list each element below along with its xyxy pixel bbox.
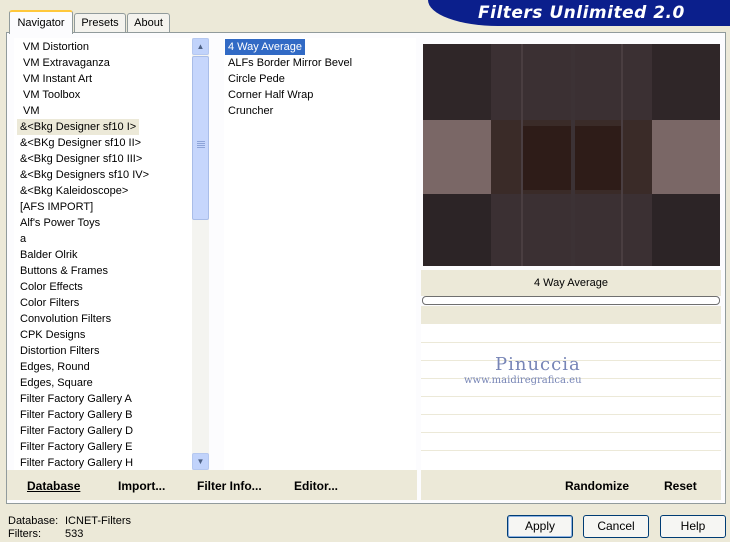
randomize-label: Randomize	[565, 479, 630, 493]
filter-info-label: Filter Info...	[197, 479, 262, 493]
scroll-down-button[interactable]: ▼	[192, 453, 209, 470]
scroll-up-button[interactable]: ▲	[192, 38, 209, 55]
tab-label: Presets	[81, 17, 119, 29]
category-item[interactable]: VM Extravaganza	[20, 55, 113, 71]
params-header	[421, 306, 721, 326]
grip-line	[197, 141, 205, 142]
category-item[interactable]: &<BKg Designer sf10 II>	[17, 135, 144, 151]
category-item[interactable]: Edges, Round	[17, 359, 93, 375]
preview-image	[423, 44, 720, 266]
database-info-value: ICNET-Filters	[65, 515, 131, 527]
category-item[interactable]: Filter Factory Gallery A	[17, 391, 135, 407]
tab-presets[interactable]: Presets	[74, 13, 126, 32]
filter-item[interactable]: Cruncher	[225, 103, 276, 119]
category-item[interactable]: Buttons & Frames	[17, 263, 111, 279]
category-item[interactable]: Filter Factory Gallery B	[17, 407, 135, 423]
apply-button[interactable]: Apply	[507, 515, 573, 538]
help-label: Help	[680, 519, 706, 533]
param-row	[421, 414, 721, 415]
preview-filter-name: 4 Way Average	[534, 277, 608, 289]
category-item[interactable]: &<Bkg Designer sf10 I>	[17, 119, 140, 135]
category-item[interactable]: Distortion Filters	[17, 343, 102, 359]
category-item[interactable]: Balder Olrik	[17, 247, 80, 263]
param-row	[421, 450, 721, 451]
watermark-url: www.maidiregrafica.eu	[464, 375, 582, 386]
database-button[interactable]: Database	[27, 479, 80, 493]
category-item[interactable]: &<Bkg Kaleidoscope>	[17, 183, 131, 199]
progress-bar	[422, 296, 720, 305]
tab-label: About	[134, 17, 163, 29]
filters-info-value: 533	[65, 528, 84, 540]
editor-button[interactable]: Editor...	[294, 479, 338, 493]
apply-label: Apply	[524, 519, 556, 533]
category-item[interactable]: &<Bkg Designers sf10 IV>	[17, 167, 152, 183]
filter-item[interactable]: Circle Pede	[225, 71, 288, 87]
category-list[interactable]: VM Distortion VM Extravaganza VM Instant A…	[14, 38, 192, 470]
watermark-name: Pinuccia	[495, 354, 581, 375]
database-label: Database	[27, 479, 81, 493]
category-item[interactable]: VM Distortion	[20, 39, 92, 55]
category-item[interactable]: Color Filters	[17, 295, 82, 311]
database-info-label: Database:	[8, 515, 59, 527]
help-button[interactable]: Help	[660, 515, 726, 538]
filter-item[interactable]: ALFs Border Mirror Bevel	[225, 55, 355, 71]
category-item[interactable]: VM Instant Art	[20, 71, 95, 87]
grip-line	[197, 145, 205, 146]
category-item[interactable]: [AFS IMPORT]	[17, 199, 96, 215]
import-label: Import...	[118, 479, 166, 493]
category-item[interactable]: Color Effects	[17, 279, 86, 295]
category-item[interactable]: VM	[20, 103, 43, 119]
category-item[interactable]: Filter Factory Gallery D	[17, 423, 136, 439]
param-row	[421, 432, 721, 433]
filter-preview	[423, 44, 720, 266]
cancel-label: Cancel	[597, 519, 635, 533]
filter-item[interactable]: 4 Way Average	[225, 39, 305, 55]
category-item[interactable]: VM Toolbox	[20, 87, 83, 103]
filter-parameters	[421, 324, 721, 470]
category-item[interactable]: Filter Factory Gallery E	[17, 439, 135, 455]
category-item[interactable]: Edges, Square	[17, 375, 96, 391]
category-scrollbar[interactable]: ▲ ▼	[192, 38, 209, 470]
filters-info-label: Filters:	[8, 528, 41, 540]
filter-info-button[interactable]: Filter Info...	[197, 479, 262, 493]
category-item[interactable]: Alf's Power Toys	[17, 215, 103, 231]
tab-label: Navigator	[17, 17, 65, 29]
filter-item[interactable]: Corner Half Wrap	[225, 87, 316, 103]
tab-about[interactable]: About	[127, 13, 170, 32]
param-row	[421, 342, 721, 343]
editor-label: Editor...	[294, 479, 339, 493]
grip-line	[197, 143, 205, 144]
filter-list[interactable]: 4 Way Average ALFs Border Mirror Bevel Cir…	[224, 38, 416, 470]
category-item[interactable]: Convolution Filters	[17, 311, 114, 327]
category-item[interactable]: CPK Designs	[17, 327, 88, 343]
category-item[interactable]: a	[17, 231, 29, 247]
import-button[interactable]: Import...	[118, 479, 165, 493]
category-item[interactable]: &<Bkg Designer sf10 III>	[17, 151, 145, 167]
tab-navigator[interactable]: Navigator	[9, 10, 73, 34]
chevron-down-icon: ▼	[196, 457, 205, 466]
reset-label: Reset	[664, 479, 697, 493]
scroll-thumb[interactable]	[192, 56, 209, 220]
reset-button[interactable]: Reset	[664, 479, 697, 493]
cancel-button[interactable]: Cancel	[583, 515, 649, 538]
grip-line	[197, 147, 205, 148]
randomize-button[interactable]: Randomize	[565, 479, 629, 493]
category-item[interactable]: Filter Factory Gallery H	[17, 455, 136, 471]
chevron-up-icon: ▲	[196, 42, 205, 51]
param-row	[421, 396, 721, 397]
app-title: Filters Unlimited 2.0	[478, 3, 685, 23]
